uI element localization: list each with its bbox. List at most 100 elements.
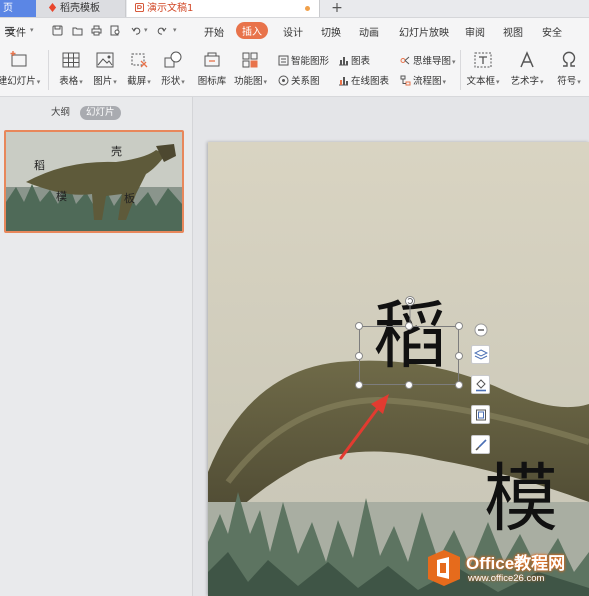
office26-watermark: Office教程网 www.office26.com — [422, 545, 582, 591]
symbol-caret-icon: ▾ — [577, 78, 581, 86]
slide-thumbnail[interactable]: 稻 壳 模 板 — [4, 130, 184, 233]
new-tab-button[interactable]: + — [328, 0, 346, 17]
online-chart-label: 在线图表 — [351, 76, 390, 87]
relation-chart-label: 关系图 — [291, 76, 320, 87]
tab-templates[interactable]: 稻壳模板 — [36, 0, 126, 17]
fill-button[interactable] — [471, 375, 490, 394]
function-chart-button[interactable]: 功能图▾ — [234, 50, 267, 87]
resize-handle-sw[interactable] — [355, 381, 363, 389]
shape-icon — [164, 51, 182, 68]
textbox-label: 文本框 — [466, 76, 495, 87]
tab-templates-label: 稻壳模板 — [60, 3, 100, 14]
resize-handle-e[interactable] — [455, 352, 463, 360]
mind-map-button[interactable]: 思维导图▾ — [400, 53, 456, 67]
ribbon-divider — [460, 50, 461, 90]
tab-slides[interactable]: 幻灯片 — [80, 106, 121, 120]
redo-icon[interactable] — [156, 25, 167, 36]
layer-button[interactable] — [471, 345, 490, 364]
new-slide-caret-icon: ▾ — [36, 78, 41, 86]
menu-animations[interactable]: 动画 — [359, 24, 379, 39]
resize-handle-ne[interactable] — [455, 322, 463, 330]
save-icon[interactable] — [52, 25, 63, 36]
thumbnail-char-4: 板 — [124, 192, 135, 205]
smart-art-label: 智能图形 — [291, 56, 330, 67]
omega-symbol-icon — [562, 51, 576, 67]
redo-caret-icon[interactable]: ▾ — [173, 26, 177, 34]
new-slide-button[interactable]: 建幻灯片▾ — [0, 50, 42, 87]
menu-security[interactable]: 安全 — [542, 24, 562, 39]
screenshot-label: 截屏 — [127, 76, 147, 87]
shape-label: 形状 — [161, 76, 181, 87]
slide-panel: 大纲 幻灯片 1 稻 壳 模 板 — [0, 97, 193, 596]
online-chart-button[interactable]: 在线图表 — [338, 73, 389, 87]
tab-document[interactable]: 演示文稿1 — [127, 0, 320, 17]
screenshot-button[interactable]: 截屏▾ — [124, 50, 154, 87]
smart-art-button[interactable]: 智能图形 — [278, 53, 329, 67]
picture-icon — [96, 52, 114, 68]
menu-home[interactable]: 开始 — [204, 24, 224, 39]
resize-handle-nw[interactable] — [355, 322, 363, 330]
relation-chart-button[interactable]: 关系图 — [278, 73, 320, 87]
slide-text-bottom[interactable]: 模 — [484, 462, 558, 536]
resize-handle-se[interactable] — [455, 381, 463, 389]
thumbnail-dinosaur-image — [6, 132, 182, 231]
print-preview-icon[interactable] — [110, 25, 121, 36]
outline-button[interactable] — [471, 405, 490, 424]
insert-ribbon: 建幻灯片▾ 表格▾ 图片▾ 截屏▾ 形状▾ 图标库 功能图▾ 智能图形 关系图 … — [0, 44, 589, 97]
undo-icon[interactable] — [131, 25, 142, 36]
border-icon — [476, 409, 486, 421]
flowchart-button[interactable]: 流程图▾ — [400, 73, 446, 87]
table-button[interactable]: 表格▾ — [56, 50, 86, 87]
picture-label: 图片 — [93, 76, 113, 87]
brush-icon — [475, 439, 487, 451]
picture-button[interactable]: 图片▾ — [90, 50, 120, 87]
chart-button[interactable]: 图表 — [338, 53, 370, 67]
symbol-button[interactable]: 符号▾ — [551, 50, 587, 87]
collapse-toolbar-icon[interactable] — [474, 323, 488, 337]
smart-art-icon — [278, 55, 289, 66]
resize-handle-w[interactable] — [355, 352, 363, 360]
menu-review[interactable]: 审阅 — [465, 24, 485, 39]
menu-transitions[interactable]: 切换 — [321, 24, 341, 39]
menu-file[interactable]: 文件 — [6, 24, 26, 39]
screenshot-caret-icon: ▾ — [147, 78, 151, 86]
table-label: 表格 — [59, 76, 79, 87]
function-chart-icon — [242, 52, 258, 68]
format-painter-button[interactable] — [471, 435, 490, 454]
flowchart-icon — [400, 75, 411, 86]
online-chart-icon — [339, 77, 348, 86]
watermark-url: www.office26.com — [468, 573, 545, 584]
resize-handle-s[interactable] — [405, 381, 413, 389]
menu-design[interactable]: 设计 — [283, 24, 303, 39]
textbox-button[interactable]: 文本框▾ — [464, 50, 502, 87]
open-file-icon[interactable] — [72, 25, 83, 36]
file-caret-icon[interactable]: ▾ — [30, 26, 34, 34]
word-art-button[interactable]: 艺术字▾ — [508, 50, 546, 87]
tab-outline[interactable]: 大纲 — [45, 106, 76, 120]
selection-frame[interactable] — [359, 326, 459, 385]
menu-insert[interactable]: 插入 — [236, 22, 268, 39]
tab-home[interactable]: 页 — [0, 0, 36, 17]
mind-map-label: 思维导图 — [413, 56, 452, 67]
tab-home-label: 页 — [3, 3, 13, 14]
picture-caret-icon: ▾ — [113, 78, 117, 86]
paint-bucket-icon — [476, 379, 486, 392]
icon-library-button[interactable]: 图标库 — [196, 50, 228, 87]
tab-document-label: 演示文稿1 — [147, 3, 194, 14]
mind-map-icon — [400, 56, 410, 65]
menu-view[interactable]: 视图 — [503, 24, 523, 39]
textbox-icon — [474, 52, 492, 68]
print-icon[interactable] — [91, 25, 102, 36]
layers-icon — [474, 349, 488, 360]
menu-slideshow[interactable]: 幻灯片放映 — [399, 24, 449, 39]
resize-handle-n[interactable] — [405, 322, 413, 330]
docer-logo-icon — [48, 3, 57, 12]
tab-strip: 页 稻壳模板 演示文稿1 + — [0, 0, 589, 18]
word-art-icon — [520, 51, 534, 68]
shape-button[interactable]: 形状▾ — [158, 50, 188, 87]
table-caret-icon: ▾ — [79, 78, 83, 86]
thumbnail-char-1: 稻 — [34, 159, 45, 172]
flowchart-label: 流程图 — [413, 76, 442, 87]
icon-library-label: 图标库 — [197, 76, 227, 87]
undo-caret-icon[interactable]: ▾ — [144, 26, 148, 34]
